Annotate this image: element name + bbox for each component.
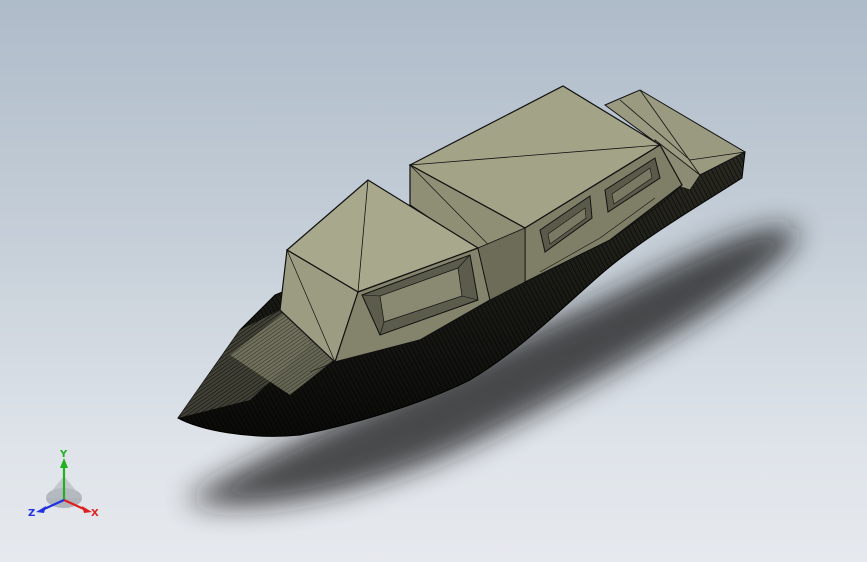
y-axis-label: Y <box>59 449 68 460</box>
x-axis-label: X <box>91 508 99 519</box>
graphics-viewport[interactable]: Y X Z <box>0 0 867 562</box>
boat-model[interactable] <box>0 0 867 562</box>
z-axis-arrow <box>36 506 46 513</box>
z-axis-label: Z <box>28 508 35 519</box>
reference-triad[interactable]: Y X Z <box>24 448 104 522</box>
